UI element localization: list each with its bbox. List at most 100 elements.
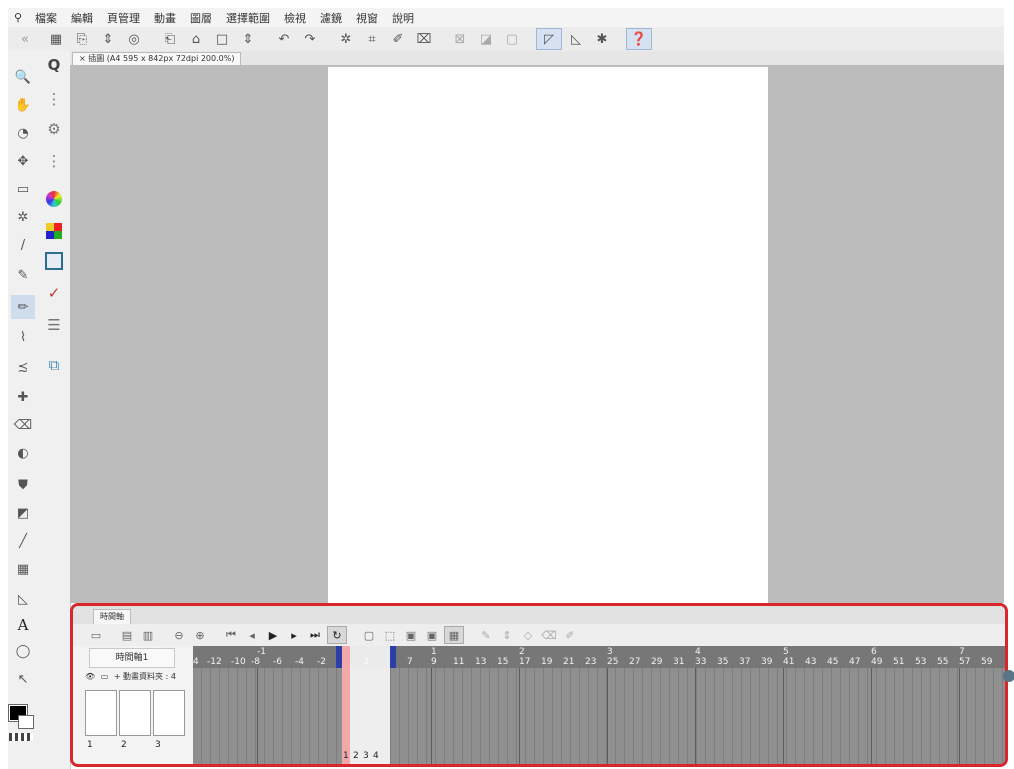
film-icon[interactable]: ▥ xyxy=(139,627,157,643)
layer-property-icon[interactable]: ✓ xyxy=(42,281,66,305)
tool-property-icon[interactable]: ⚙ xyxy=(42,117,66,141)
clear-icon[interactable]: ⊠ xyxy=(448,29,472,49)
snap-special-icon[interactable]: ✱ xyxy=(590,29,614,49)
zoom-out-icon[interactable]: ⊖ xyxy=(170,627,188,643)
text-icon[interactable]: A xyxy=(11,613,35,637)
frame-icon[interactable]: ▢ xyxy=(500,29,524,49)
decoration-icon[interactable]: ✚ xyxy=(11,385,35,409)
next-frame-icon[interactable]: ▸ xyxy=(285,627,303,643)
brush-size-icon[interactable]: ⋮ xyxy=(42,149,66,173)
gradient-icon[interactable]: ◩ xyxy=(11,501,35,525)
frame-border-icon[interactable]: ▦ xyxy=(11,557,35,581)
selection-icon[interactable]: ▭ xyxy=(11,177,35,201)
color-wheel-icon[interactable] xyxy=(42,187,66,211)
crop-icon[interactable]: ⌧ xyxy=(412,29,436,49)
hand-icon[interactable]: ✋ xyxy=(11,93,35,117)
undo-icon[interactable]: ↶ xyxy=(272,29,296,49)
prev-frame-icon[interactable]: ◂ xyxy=(243,627,261,643)
import-icon[interactable]: ⎘ xyxy=(70,29,94,49)
grid-icon[interactable]: ▦ xyxy=(44,29,68,49)
pencil-tool-icon[interactable]: ✏ xyxy=(11,295,35,319)
snap-ruler-icon[interactable]: ◸ xyxy=(536,28,562,50)
menu-edit[interactable]: 編輯 xyxy=(64,10,100,26)
color-history-icon[interactable] xyxy=(42,249,66,273)
menu-layer[interactable]: 圖層 xyxy=(183,10,219,26)
last-frame-icon[interactable]: ⏭ xyxy=(306,627,324,643)
subtool-icon[interactable]: ⋮ xyxy=(42,87,66,111)
auto-select-icon[interactable]: ✲ xyxy=(11,205,35,229)
menu-window[interactable]: 視窗 xyxy=(349,10,385,26)
key-shape-icon[interactable]: ◇ xyxy=(519,627,537,643)
snap-grid-icon[interactable]: ◺ xyxy=(564,29,588,49)
blank-page-icon[interactable]: □ xyxy=(210,29,234,49)
fill-tool-icon[interactable]: ⛊ xyxy=(11,473,35,497)
current-frame-highlight[interactable] xyxy=(342,646,350,764)
balloon-icon[interactable]: ◯ xyxy=(11,639,35,663)
playback-end-marker[interactable] xyxy=(390,646,396,668)
key-ease-icon[interactable]: ⇕ xyxy=(498,627,516,643)
color-set-icon[interactable] xyxy=(42,219,66,243)
help-icon[interactable]: ❓ xyxy=(626,28,652,50)
menu-filter[interactable]: 濾鏡 xyxy=(313,10,349,26)
menu-file[interactable]: 檔案 xyxy=(28,10,64,26)
transform-icon[interactable]: ⌗ xyxy=(360,29,384,49)
cel-specify-icon[interactable]: ▣ xyxy=(402,627,420,643)
first-frame-icon[interactable]: ⏮ xyxy=(222,627,240,643)
canvas-area[interactable] xyxy=(70,65,1004,603)
material-icon[interactable]: ⧉ xyxy=(42,353,66,377)
menu-view[interactable]: 檢視 xyxy=(277,10,313,26)
menu-selection[interactable]: 選擇範圍 xyxy=(219,10,277,26)
navigator-icon[interactable]: Q xyxy=(42,53,66,77)
panel-resize-handle[interactable] xyxy=(1003,670,1014,682)
light-table-icon[interactable]: ⬚ xyxy=(381,627,399,643)
play-icon[interactable]: ▶ xyxy=(264,627,282,643)
correct-line-icon[interactable]: ↖ xyxy=(11,667,35,691)
key-interp-icon[interactable]: ✎ xyxy=(477,627,495,643)
document-tab[interactable]: × 插圖 (A4 595 x 842px 72dpi 200.0%) xyxy=(72,52,242,65)
playback-start-marker[interactable] xyxy=(336,646,342,668)
cel-thumbnail-3[interactable] xyxy=(153,690,185,736)
fill-icon[interactable]: ◪ xyxy=(474,29,498,49)
canvas-paper[interactable] xyxy=(328,67,768,603)
timeline-frame-grid[interactable]: 4-12-10-8-6-4-21379111315171921232527293… xyxy=(193,646,1005,764)
new-cel-icon[interactable]: ▤ xyxy=(118,627,136,643)
eye-icon[interactable]: 👁 xyxy=(85,672,95,681)
menu-page[interactable]: 頁管理 xyxy=(100,10,147,26)
timeline-ruler[interactable]: 4-12-10-8-6-4-21379111315171921232527293… xyxy=(193,646,1005,668)
onion-skin-icon[interactable]: ▢ xyxy=(360,627,378,643)
open-folder-icon[interactable]: ⌂ xyxy=(184,29,208,49)
timeline-tab[interactable]: 時間軸 xyxy=(93,609,131,624)
eyedropper-icon[interactable]: / xyxy=(11,233,35,257)
zoom-in-icon[interactable]: ⊕ xyxy=(191,627,209,643)
figure-icon[interactable]: ╱ xyxy=(11,529,35,553)
pen-tool-icon[interactable]: ✎ xyxy=(11,263,35,287)
menu-help[interactable]: 說明 xyxy=(385,10,421,26)
menu-animation[interactable]: 動畫 xyxy=(147,10,183,26)
transparent-color-swatch[interactable] xyxy=(9,733,33,741)
animation-folder-row[interactable]: 👁 ▭ + 動畫資料夾 : 4 xyxy=(85,670,191,684)
ruler-icon[interactable]: ◺ xyxy=(11,587,35,611)
new-animation-folder-icon[interactable]: ▭ xyxy=(87,627,105,643)
collapse-icon[interactable]: « xyxy=(8,29,42,49)
key-copy-icon[interactable]: ✐ xyxy=(561,627,579,643)
app-logo-icon[interactable]: ⚲ xyxy=(8,11,28,24)
layer-icon[interactable]: ☰ xyxy=(42,313,66,337)
rotate-zoom-icon[interactable]: ◔ xyxy=(11,121,35,145)
sub-color-swatch[interactable] xyxy=(18,715,34,729)
stepper2-icon[interactable]: ⇕ xyxy=(236,29,260,49)
timeline-name-select[interactable]: 時間軸1 xyxy=(89,648,175,668)
zoom-icon[interactable]: 🔍 xyxy=(11,65,35,89)
spiral-icon[interactable]: ◎ xyxy=(122,29,146,49)
cel-thumbnail-1[interactable] xyxy=(85,690,117,736)
keyframe-icon[interactable]: ▦ xyxy=(444,626,464,644)
sparkle-icon[interactable]: ✲ xyxy=(334,29,358,49)
frame-sync-icon[interactable]: ▣ xyxy=(423,627,441,643)
stepper-icon[interactable]: ⇕ xyxy=(96,29,120,49)
redo-icon[interactable]: ↷ xyxy=(298,29,322,49)
airbrush-icon[interactable]: ≾ xyxy=(11,355,35,379)
eraser-icon[interactable]: ⌫ xyxy=(11,413,35,437)
move-icon[interactable]: ✥ xyxy=(11,149,35,173)
new-file-icon[interactable]: ⎗ xyxy=(158,29,182,49)
blend-icon[interactable]: ◐ xyxy=(11,441,35,465)
pen-icon[interactable]: ✐ xyxy=(386,29,410,49)
